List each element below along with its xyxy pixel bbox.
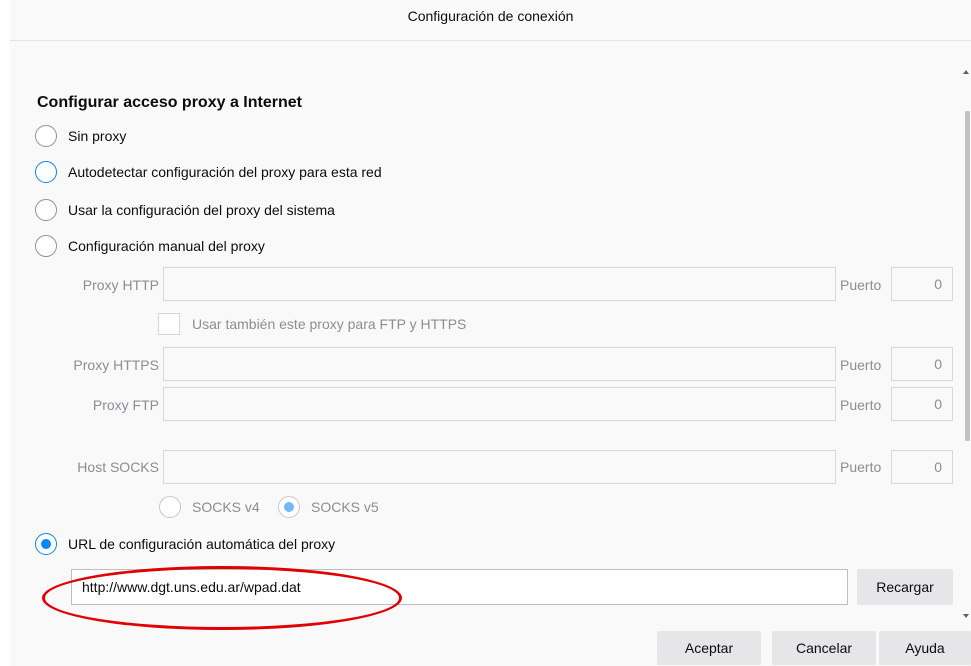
radio-socks-v5[interactable] bbox=[278, 496, 300, 518]
socks-host-input[interactable] bbox=[163, 450, 836, 484]
ftp-proxy-label: Proxy FTP bbox=[92, 397, 159, 413]
cancel-button[interactable]: Cancelar bbox=[772, 631, 876, 665]
content-scrollbar[interactable] bbox=[959, 41, 971, 625]
dialog-content: Configurar acceso proxy a Internet Sin p… bbox=[10, 41, 959, 625]
share-proxy-checkbox[interactable] bbox=[158, 313, 180, 335]
reload-button[interactable]: Recargar bbox=[857, 569, 953, 605]
help-button[interactable]: Ayuda bbox=[879, 631, 971, 665]
scroll-thumb[interactable] bbox=[965, 111, 970, 441]
radio-no-proxy[interactable] bbox=[35, 125, 57, 147]
radio-system-proxy-row[interactable]: Usar la configuración del proxy del sist… bbox=[35, 198, 335, 222]
https-proxy-label: Proxy HTTPS bbox=[73, 357, 159, 373]
radio-no-proxy-label: Sin proxy bbox=[68, 128, 127, 144]
socks-host-label: Host SOCKS bbox=[77, 459, 159, 475]
ftp-proxy-input[interactable] bbox=[163, 387, 836, 421]
dialog-title: Configuración de conexión bbox=[407, 8, 574, 24]
socks-port-label: Puerto bbox=[840, 459, 882, 475]
radio-autodetect[interactable] bbox=[35, 161, 57, 183]
share-proxy-label: Usar también este proxy para FTP y HTTPS bbox=[192, 316, 467, 332]
radio-system-proxy-label: Usar la configuración del proxy del sist… bbox=[68, 202, 335, 218]
socks-port-input[interactable]: 0 bbox=[891, 450, 953, 484]
radio-socks-v4-row[interactable]: SOCKS v4 bbox=[159, 495, 260, 519]
https-port-input[interactable]: 0 bbox=[891, 347, 953, 381]
section-heading: Configurar acceso proxy a Internet bbox=[37, 94, 302, 111]
dialog-footer: Aceptar Cancelar Ayuda bbox=[10, 625, 971, 666]
radio-autodetect-label: Autodetectar configuración del proxy par… bbox=[68, 164, 382, 180]
https-port-label: Puerto bbox=[840, 357, 882, 373]
radio-socks-v4-label: SOCKS v4 bbox=[192, 499, 260, 515]
autoconfig-url-input[interactable]: http://www.dgt.uns.edu.ar/wpad.dat bbox=[71, 569, 848, 605]
dialog-titlebar: Configuración de conexión bbox=[10, 0, 971, 41]
radio-autoconfig-label: URL de configuración automática del prox… bbox=[68, 536, 336, 552]
radio-manual-proxy[interactable] bbox=[35, 235, 57, 257]
radio-autoconfig-row[interactable]: URL de configuración automática del prox… bbox=[35, 532, 335, 556]
scroll-up-icon[interactable] bbox=[963, 70, 969, 74]
http-proxy-input[interactable] bbox=[163, 267, 836, 301]
radio-system-proxy[interactable] bbox=[35, 199, 57, 221]
accept-button[interactable]: Aceptar bbox=[657, 631, 761, 665]
scroll-down-icon[interactable] bbox=[963, 614, 969, 618]
https-proxy-input[interactable] bbox=[163, 347, 836, 381]
ftp-port-label: Puerto bbox=[840, 397, 882, 413]
http-proxy-label: Proxy HTTP bbox=[82, 277, 159, 293]
radio-manual-proxy-label: Configuración manual del proxy bbox=[68, 238, 265, 254]
radio-socks-v5-label: SOCKS v5 bbox=[311, 499, 379, 515]
radio-autodetect-row[interactable]: Autodetectar configuración del proxy par… bbox=[35, 160, 382, 184]
radio-socks-v4[interactable] bbox=[159, 496, 181, 518]
http-port-input[interactable]: 0 bbox=[891, 267, 953, 301]
radio-no-proxy-row[interactable]: Sin proxy bbox=[35, 124, 126, 148]
radio-autoconfig[interactable] bbox=[35, 533, 57, 555]
http-port-label: Puerto bbox=[840, 277, 882, 293]
radio-socks-v5-row[interactable]: SOCKS v5 bbox=[278, 495, 379, 519]
radio-manual-proxy-row[interactable]: Configuración manual del proxy bbox=[35, 234, 265, 258]
ftp-port-input[interactable]: 0 bbox=[891, 387, 953, 421]
